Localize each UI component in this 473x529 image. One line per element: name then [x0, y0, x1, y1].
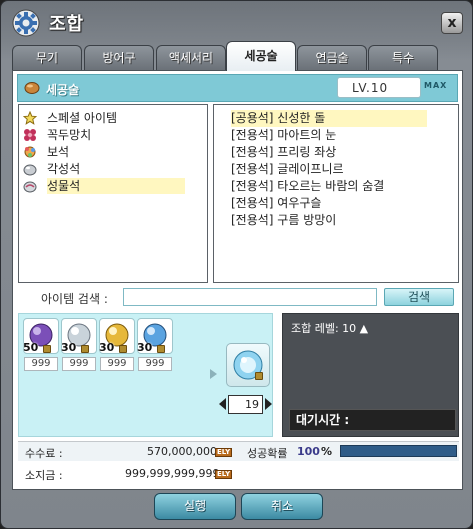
list-item[interactable]: [공용석] 신성한 돌 — [231, 110, 427, 127]
material-owned: 999 — [100, 357, 134, 371]
success-value: 100 — [297, 445, 320, 458]
success-rate-bar — [340, 445, 457, 457]
success-label: 성공확률 — [247, 447, 288, 460]
quantity-stepper: 19 — [219, 395, 275, 415]
ribbon-icon — [24, 129, 36, 141]
lock-icon — [157, 345, 165, 353]
wait-time: 대기시간 : — [289, 409, 456, 431]
list-item[interactable]: 성물석 — [19, 178, 199, 194]
execute-button[interactable]: 실행 — [154, 493, 236, 520]
currency-badge: ELY — [215, 470, 233, 479]
result-slot[interactable] — [226, 343, 270, 387]
close-button[interactable]: x — [441, 12, 463, 34]
category-label: 꼭두망치 — [47, 128, 92, 142]
fee-value: 570,000,000 — [147, 445, 217, 458]
tab-accessory[interactable]: 액세서리 — [156, 45, 226, 70]
tab-craftsmanship[interactable]: 세공술 — [226, 41, 296, 71]
category-label: 보석 — [47, 145, 70, 159]
material-owned: 999 — [138, 357, 172, 371]
craft-level: 조합 레벨: 10 ▲ — [291, 322, 369, 335]
decrease-arrow-icon[interactable] — [219, 398, 226, 410]
category-label: 성물석 — [47, 178, 185, 194]
quantity-input[interactable]: 19 — [228, 395, 263, 414]
fee-label: 수수료 : — [25, 447, 63, 460]
tab-armor[interactable]: 방어구 — [84, 45, 154, 70]
category-label: 각성석 — [47, 162, 81, 176]
list-item[interactable]: [전용석] 마아트의 눈 — [231, 127, 336, 144]
search-input[interactable] — [123, 288, 377, 306]
material-required: 30 — [137, 341, 153, 354]
recipe-list: [공용석] 신성한 돌 [전용석] 마아트의 눈 [전용석] 프리링 좌상 [전… — [213, 104, 459, 283]
search-label: 아이템 검색 : — [41, 292, 108, 306]
list-item[interactable]: [전용석] 여우구슬 — [231, 195, 321, 212]
category-list: 스페셜 아이템 꼭두망치 보석 각성석 성물석 — [18, 104, 208, 283]
window-title: 조합 — [49, 14, 85, 35]
balance-label: 소지금 : — [25, 469, 63, 482]
oval-stone-icon — [24, 82, 40, 94]
list-item[interactable]: [전용석] 프리링 좌상 — [231, 144, 336, 161]
material-owned: 999 — [24, 357, 58, 371]
success-unit: % — [321, 445, 333, 458]
cancel-button[interactable]: 취소 — [241, 493, 323, 520]
search-button[interactable]: 검색 — [384, 288, 454, 306]
currency-badge: ELY — [215, 448, 233, 457]
tab-alchemy[interactable]: 연금술 — [297, 45, 367, 70]
category-label: 스페셜 아이템 — [47, 111, 118, 125]
material-required: 30 — [61, 341, 77, 354]
skill-name: 세공술 — [46, 83, 80, 97]
skill-header: 세공술 LV.10 MAX — [17, 74, 458, 102]
material-owned: 999 — [62, 357, 96, 371]
list-item[interactable]: [전용석] 구름 방망이 — [231, 212, 336, 229]
list-item[interactable]: [전용석] 타오르는 바람의 숨결 — [231, 178, 384, 195]
max-badge: MAX — [424, 81, 448, 90]
skill-level-box: LV.10 — [337, 77, 421, 98]
lock-icon — [81, 345, 89, 353]
list-item[interactable]: 스페셜 아이템 — [19, 110, 199, 126]
increase-arrow-icon[interactable] — [265, 398, 272, 410]
relic-stone-icon — [23, 181, 37, 193]
list-item[interactable]: 보석 — [19, 144, 199, 160]
material-required: 30 — [99, 341, 115, 354]
stone-icon — [23, 164, 37, 176]
balance-value: 999,999,999,999 — [125, 467, 220, 480]
tab-special[interactable]: 특수 — [368, 45, 438, 70]
list-item[interactable]: [전용석] 글레이프니르 — [231, 161, 344, 178]
list-item[interactable]: 꼭두망치 — [19, 127, 199, 143]
title-bar[interactable]: 조합 x — [1, 1, 472, 43]
lock-icon — [43, 345, 51, 353]
gem-cluster-icon — [24, 146, 36, 158]
gear-icon — [12, 9, 40, 37]
list-item[interactable]: 각성석 — [19, 161, 199, 177]
crafting-window: 조합 x 무기 방어구 액세서리 특수 연금술 세공술 세공술 LV.10 MA… — [0, 0, 473, 529]
lock-icon — [255, 372, 263, 380]
lock-icon — [119, 345, 127, 353]
material-required: 50 — [23, 341, 39, 354]
star-icon — [23, 111, 37, 125]
tab-weapon[interactable]: 무기 — [12, 45, 82, 70]
arrow-right-icon — [210, 369, 217, 379]
skill-level: LV.10 — [352, 81, 389, 95]
